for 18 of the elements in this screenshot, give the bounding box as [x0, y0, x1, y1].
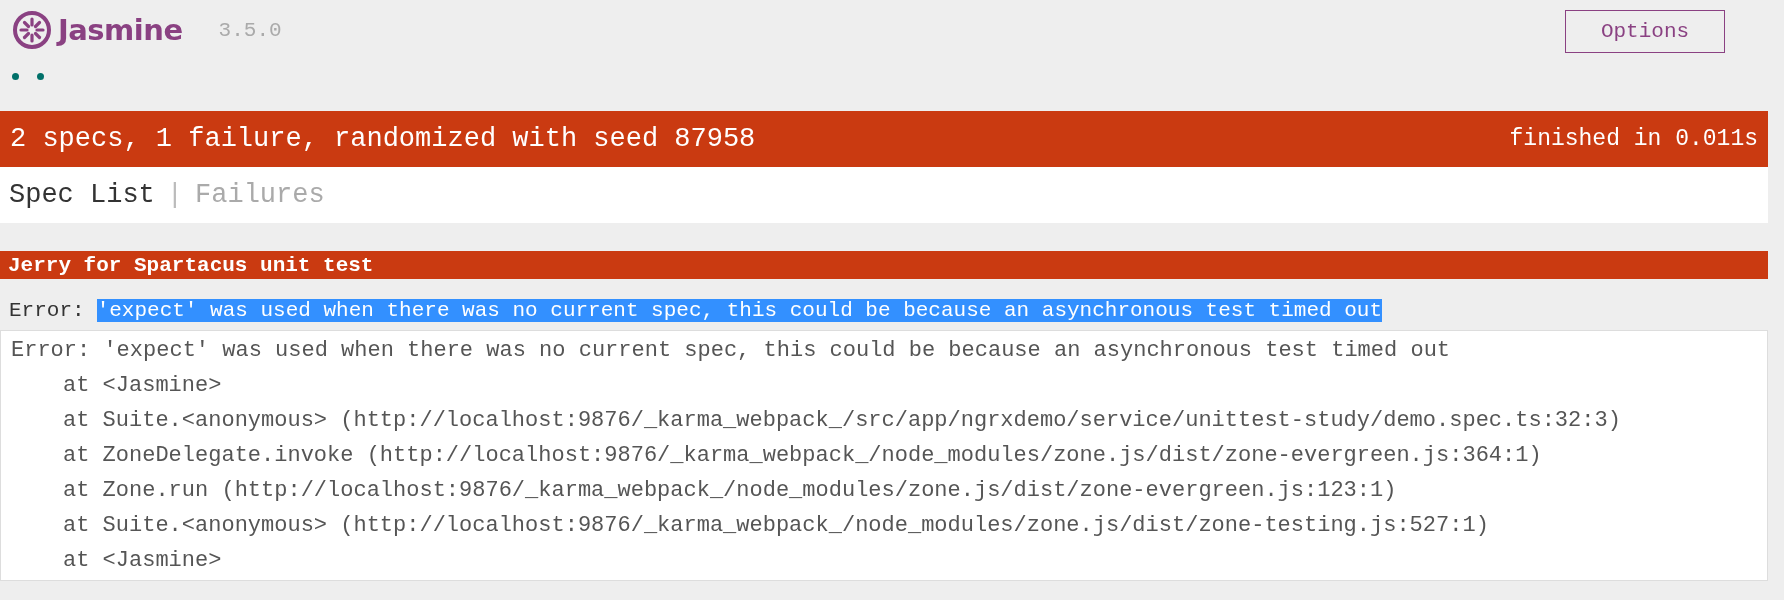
stack-frame: at ZoneDelegate.invoke (http://localhost:9876/_karma_webpack_/node_modules/zone.js/dist/zone-evergreen.js:364:1): [11, 438, 1757, 473]
tab[interactable]: Spec List: [9, 180, 155, 210]
version-label: 3.5.0: [218, 18, 282, 42]
stack-frame: at <Jasmine>: [11, 543, 1757, 578]
logo-text: Jasmine: [58, 13, 183, 47]
error-message: 'expect' was used when there was no current spec, this could be because an asynchronous test timed out: [96, 299, 1383, 322]
duration-text: finished in 0.011s: [1509, 126, 1758, 152]
stack-message: Error: 'expect' was used when there was no current spec, this could be because an asynchronous test timed out: [11, 337, 1452, 365]
stack-frame: at Suite.<anonymous> (http://localhost:9876/_karma_webpack_/node_modules/zone.js/dist/zone-testing.js:527:1): [11, 508, 1757, 543]
error-label: Error:: [9, 299, 85, 322]
tab-separator: |: [166, 180, 184, 210]
stack-frame: at Suite.<anonymous> (http://localhost:9876/_karma_webpack_/src/app/ngrxdemo/service/unittest-study/demo.spec.ts:32:3): [11, 403, 1757, 438]
jasmine-logo-icon: [12, 10, 52, 50]
stack-frame: at <Jasmine>: [11, 368, 1757, 403]
summary-text: 2 specs, 1 failure, randomized with seed 87958: [10, 124, 756, 154]
options-button[interactable]: Options: [1565, 10, 1725, 53]
suite-title[interactable]: Jerry for Spartacus unit test: [0, 251, 1768, 279]
stack-frame: at Zone.run (http://localhost:9876/_karma_webpack_/node_modules/zone.js/dist/zone-evergreen.js:123:1): [11, 473, 1757, 508]
